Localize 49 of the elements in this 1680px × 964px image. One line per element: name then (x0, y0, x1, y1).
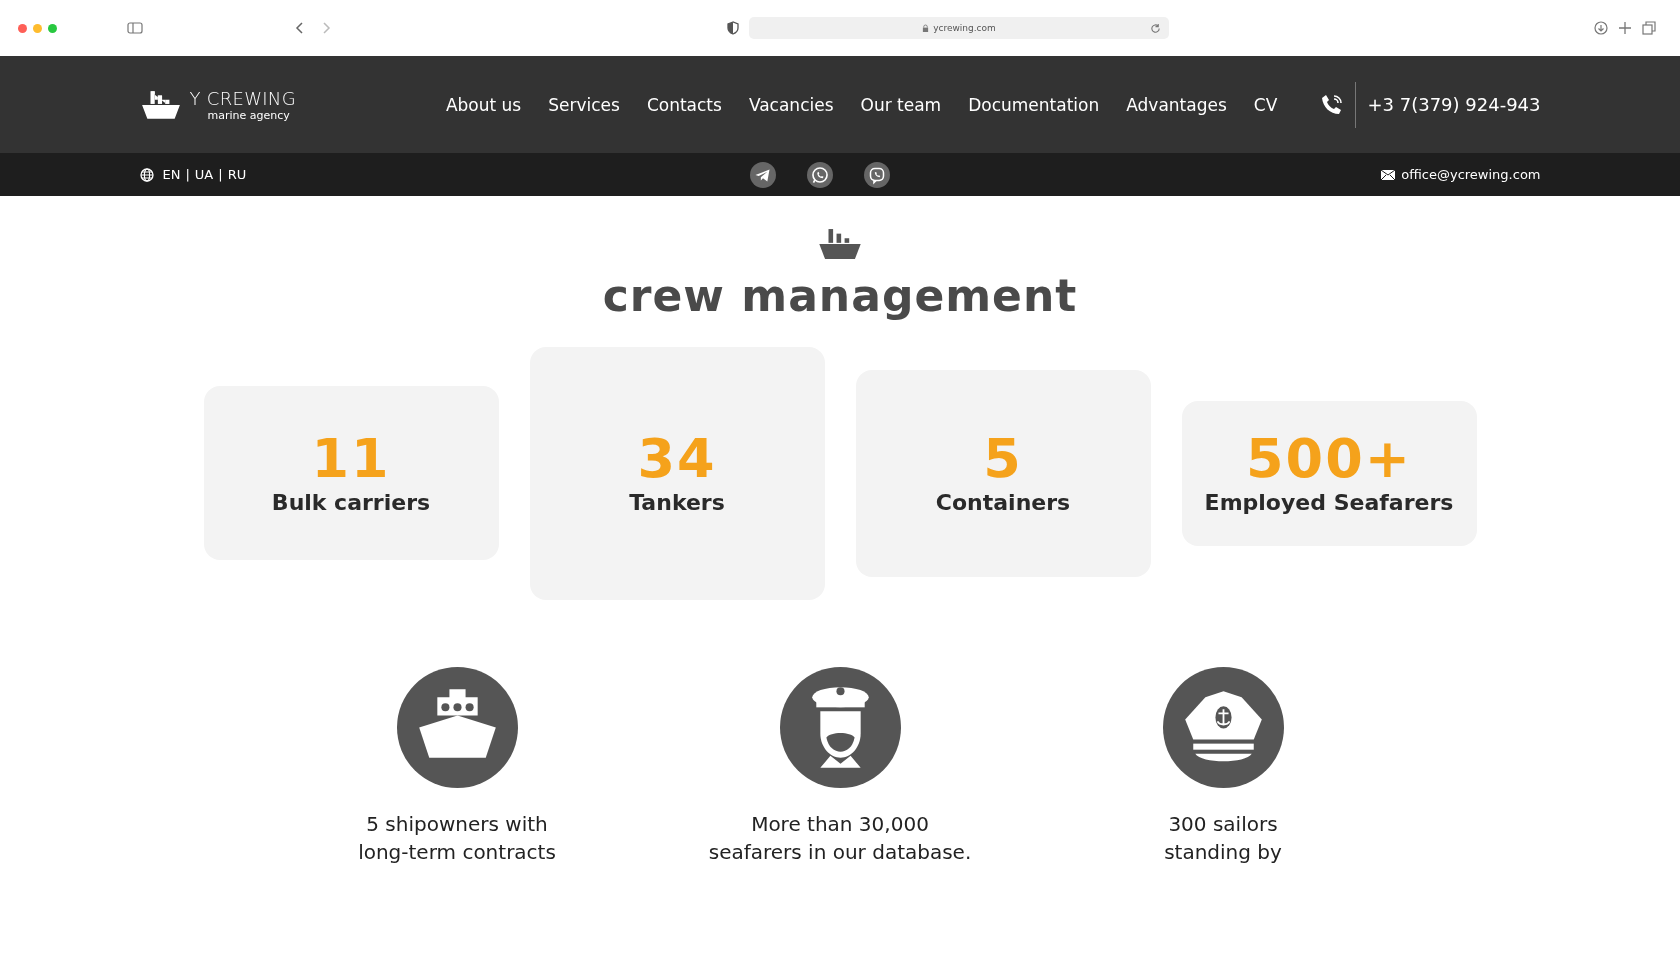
stat-value: 11 (311, 431, 391, 486)
phone-link[interactable]: +3 7(379) 924-943 (1367, 94, 1541, 115)
nav-link[interactable]: Contacts (646, 94, 722, 115)
separator: | (185, 167, 190, 182)
download-icon[interactable] (1594, 21, 1608, 35)
stat-value: 5 (983, 431, 1023, 486)
shield-icon[interactable] (727, 21, 739, 35)
captain-icon (779, 667, 901, 788)
stat-label: Bulk carriers (271, 489, 431, 515)
nav-link[interactable]: Documentation (968, 94, 1100, 115)
logo-tagline: marine agency (207, 108, 290, 122)
telegram-icon[interactable] (750, 161, 776, 188)
sidebar-icon[interactable] (127, 21, 143, 35)
envelope-icon (1381, 169, 1396, 180)
reload-icon[interactable] (1150, 22, 1161, 34)
nav-link[interactable]: Our team (860, 94, 942, 115)
stat-label: Tankers (629, 489, 725, 515)
language-link[interactable]: RU (227, 167, 247, 182)
ship-logo-icon (139, 88, 182, 121)
phone-icon[interactable] (1320, 92, 1345, 117)
language-link[interactable]: EN (162, 167, 181, 182)
nav-link[interactable]: Services (548, 94, 620, 115)
ship-icon (396, 667, 518, 788)
logo-name: Y CREWING (189, 87, 296, 109)
plus-icon[interactable] (1618, 21, 1632, 35)
email-link[interactable]: office@ycrewing.com (1401, 167, 1541, 182)
stat-value: 34 (637, 431, 717, 486)
address-bar[interactable]: ycrewing.com (749, 17, 1169, 39)
tabs-icon[interactable] (1642, 21, 1656, 35)
feature-text: 5 shipowners with long-term contracts (358, 811, 556, 866)
lock-icon (922, 23, 930, 33)
stat-value: 500+ (1246, 431, 1412, 486)
globe-icon (139, 167, 154, 182)
separator: | (218, 167, 223, 182)
ship-icon (817, 226, 863, 262)
section-title: crew management (602, 270, 1078, 321)
feature-text: More than 30,000 seafarers in our database. (708, 811, 972, 866)
stat-label: Employed Seafarers (1204, 489, 1454, 515)
cap-icon (1162, 667, 1284, 788)
nav-link[interactable]: About us (445, 94, 522, 115)
whatsapp-icon[interactable] (807, 161, 833, 188)
nav-link[interactable]: CV (1253, 94, 1278, 115)
feature-text: 300 sailors standing by (1164, 811, 1282, 866)
nav-link[interactable]: Vacancies (748, 94, 834, 115)
nav-link[interactable]: Advantages (1126, 94, 1227, 115)
viber-icon[interactable] (864, 161, 890, 188)
stat-label: Containers (935, 489, 1071, 515)
language-link[interactable]: UA (194, 167, 214, 182)
url-text: ycrewing.com (933, 23, 996, 33)
